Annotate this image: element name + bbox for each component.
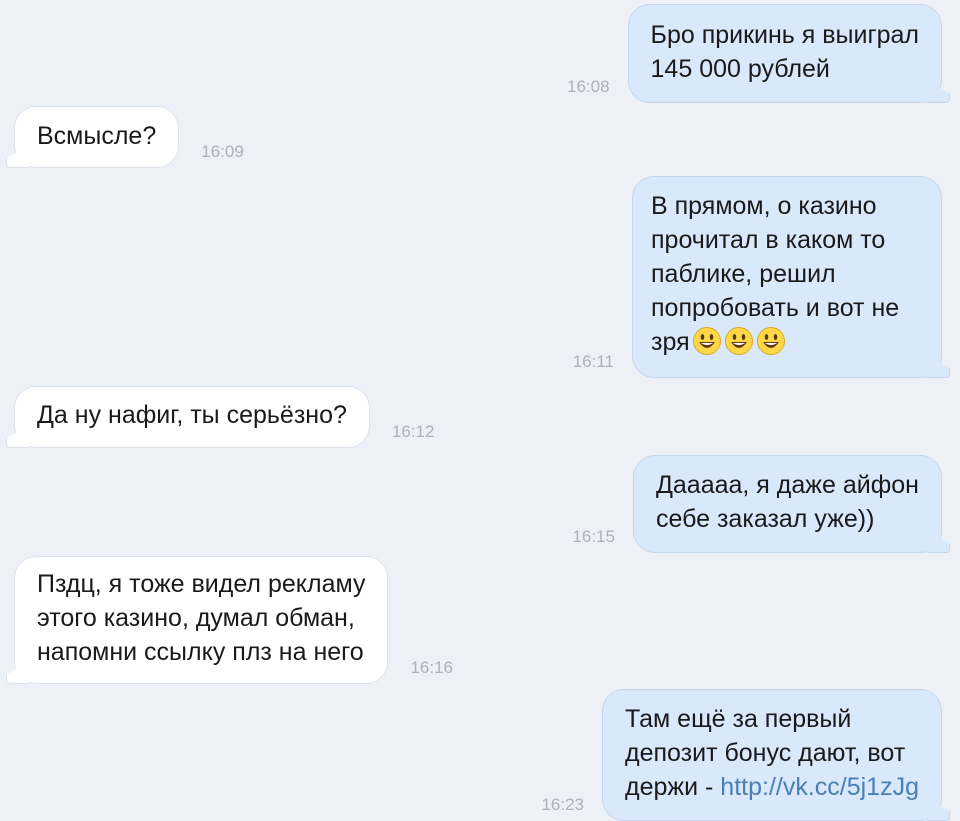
message-time: 16:15 bbox=[572, 527, 615, 546]
message-text: Даааaa, я даже айфон себе заказал уже)) bbox=[655, 471, 919, 533]
message-incoming: Пздц, я тоже видел рекламу этого казино,… bbox=[14, 556, 453, 684]
message-bubble[interactable]: В прямом, о казино прочитал в каком то п… bbox=[632, 176, 942, 378]
message-time: 16:08 bbox=[566, 77, 610, 96]
message-bubble[interactable]: Там ещё за первый депозит бонус дают, во… bbox=[601, 689, 942, 821]
message-outgoing: 16:11 В прямом, о казино прочитал в како… bbox=[573, 176, 942, 378]
message-incoming: Всмысле? 16:09 bbox=[14, 106, 244, 168]
smiley-emoji-icon bbox=[692, 326, 722, 356]
message-bubble[interactable]: Да ну нафиг, ты серьёзно? bbox=[14, 386, 370, 448]
message-incoming: Да ну нафиг, ты серьёзно? 16:12 bbox=[14, 386, 434, 448]
smiley-emoji-icon bbox=[724, 326, 754, 356]
message-time: 16:12 bbox=[391, 422, 435, 441]
message-text: В прямом, о казино прочитал в каком то п… bbox=[651, 189, 919, 359]
message-time: 16:09 bbox=[201, 142, 244, 161]
message-bubble[interactable]: Бро прикинь я выиграл 145 000 рублей bbox=[627, 4, 942, 103]
message-text: Бро прикинь я выиграл 145 000 рублей bbox=[650, 21, 919, 83]
message-outgoing: 16:23 Там ещё за первый депозит бонус да… bbox=[541, 689, 942, 821]
message-text: Всмысле? bbox=[37, 122, 157, 150]
message-link[interactable]: http://vk.cc/5j1zJg bbox=[720, 773, 919, 801]
message-time: 16:23 bbox=[541, 795, 584, 814]
message-text: Там ещё за первый депозит бонус дают, во… bbox=[625, 702, 919, 804]
message-bubble[interactable]: Пздц, я тоже видел рекламу этого казино,… bbox=[14, 556, 389, 684]
message-text: Да ну нафиг, ты серьёзно? bbox=[37, 401, 347, 429]
message-outgoing: 16:08 Бро прикинь я выиграл 145 000 рубл… bbox=[567, 4, 942, 103]
message-text: Пздц, я тоже видел рекламу этого казино,… bbox=[37, 570, 366, 666]
chat-history: 16:08 Бро прикинь я выиграл 145 000 рубл… bbox=[0, 0, 960, 821]
message-time: 16:11 bbox=[572, 352, 614, 371]
message-bubble[interactable]: Всмысле? bbox=[14, 106, 180, 168]
message-outgoing: 16:15 Даааaa, я даже айфон себе заказал … bbox=[572, 455, 942, 553]
message-time: 16:16 bbox=[410, 658, 454, 677]
message-bubble[interactable]: Даааaa, я даже айфон себе заказал уже)) bbox=[632, 455, 942, 553]
smiley-emoji-icon bbox=[756, 326, 786, 356]
